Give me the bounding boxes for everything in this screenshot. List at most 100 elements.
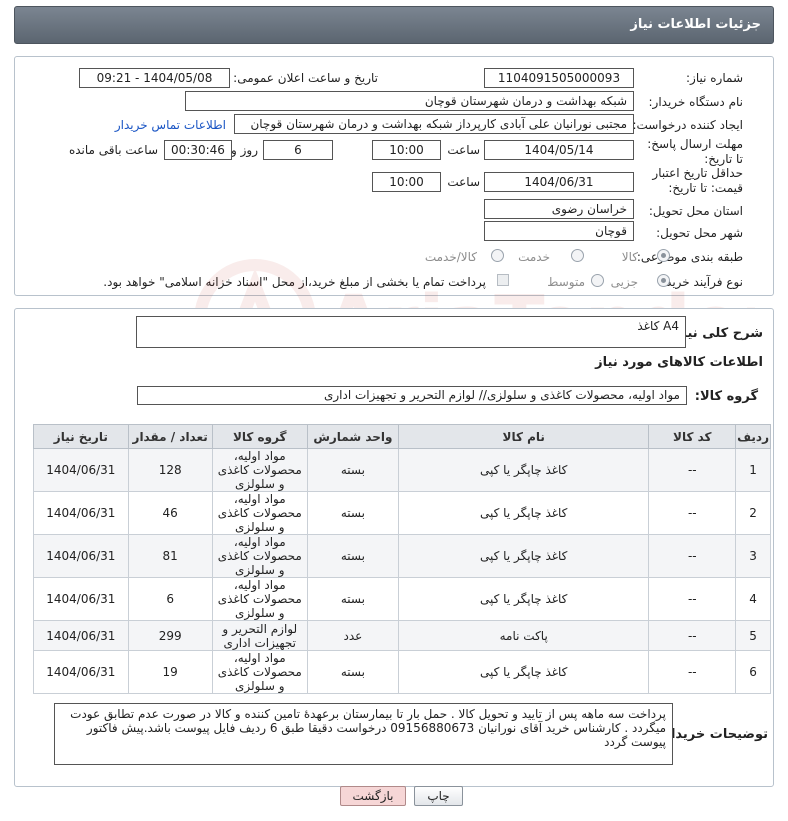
price-validity-label: حداقل تاریخ اعتبار قیمت: تا تاریخ: bbox=[652, 166, 743, 195]
goods-info-title: اطلاعات کالاهای مورد نیاز bbox=[595, 355, 763, 370]
cell-item-code: -- bbox=[648, 650, 737, 694]
cell-quantity: 19 bbox=[127, 650, 213, 694]
goods-group-field: مواد اولیه، محصولات کاغذی و سلولزی// لوا… bbox=[137, 386, 687, 405]
need-number-field: 1104091505000093 bbox=[484, 68, 634, 88]
cell-quantity: 6 bbox=[127, 577, 213, 621]
treasury-payment-checkbox[interactable] bbox=[497, 274, 509, 286]
category-option-service: خدمت bbox=[518, 250, 550, 264]
remaining-time-field: 00:30:46 bbox=[164, 140, 232, 160]
cell-item-name: پاکت نامه bbox=[397, 620, 650, 651]
cell-item-code: -- bbox=[648, 534, 737, 578]
creator-field: مجتبی نورانیان علی آبادی کارپرداز شبکه ب… bbox=[234, 114, 634, 134]
cell-quantity: 81 bbox=[127, 534, 213, 578]
buyer-notes-field: پرداخت سه ماهه پس از تایید و تحویل کالا … bbox=[54, 703, 673, 765]
col-need-date: تاریخ نیاز bbox=[33, 424, 129, 449]
category-option-goods: کالا bbox=[621, 250, 638, 264]
process-label: نوع فرآیند خرید : bbox=[658, 275, 743, 289]
category-label: طبقه بندی موضوعی: bbox=[636, 250, 743, 264]
table-row: 5 -- پاکت نامه عدد لوازم التحریر و تجهیز… bbox=[33, 620, 771, 651]
deadline-label: مهلت ارسال پاسخ: تا تاریخ: bbox=[647, 137, 743, 166]
cell-row-number: 5 bbox=[735, 620, 771, 651]
treasury-payment-note: پرداخت تمام یا بخشی از مبلغ خرید،از محل … bbox=[103, 275, 486, 289]
cell-item-code: -- bbox=[648, 448, 737, 492]
col-unit: واحد شمارش bbox=[306, 424, 399, 449]
cell-quantity: 299 bbox=[127, 620, 213, 651]
category-radio-goods-service[interactable] bbox=[491, 249, 504, 262]
goods-group-label: گروه کالا: bbox=[694, 389, 758, 404]
col-item-code: کد کالا bbox=[648, 424, 737, 449]
cell-need-date: 1404/06/31 bbox=[33, 491, 129, 535]
deadline-time-field: 10:00 bbox=[372, 140, 441, 160]
cell-unit: بسته bbox=[306, 491, 399, 535]
cell-item-code: -- bbox=[648, 620, 737, 651]
table-row: 6 -- کاغذ چاپگر یا کپی بسته مواد اولیه، … bbox=[33, 650, 771, 694]
cell-goods-group: مواد اولیه، محصولات کاغذی و سلولزی bbox=[211, 491, 308, 535]
cell-unit: بسته bbox=[306, 534, 399, 578]
cell-goods-group: مواد اولیه، محصولات کاغذی و سلولزی bbox=[211, 534, 308, 578]
cell-need-date: 1404/06/31 bbox=[33, 620, 129, 651]
need-summary-field: کاغذ A4 bbox=[136, 316, 686, 348]
col-quantity: تعداد / مقدار bbox=[127, 424, 213, 449]
buyer-notes-label: توضیحات خریدار: bbox=[658, 727, 768, 742]
cell-quantity: 128 bbox=[127, 448, 213, 492]
cell-item-name: کاغذ چاپگر یا کپی bbox=[397, 577, 650, 621]
table-row: 1 -- کاغذ چاپگر یا کپی بسته مواد اولیه، … bbox=[33, 448, 771, 492]
buyer-field: شبکه بهداشت و درمان شهرستان قوچان bbox=[185, 91, 634, 111]
cell-unit: بسته bbox=[306, 577, 399, 621]
cell-row-number: 2 bbox=[735, 491, 771, 535]
cell-goods-group: مواد اولیه، محصولات کاغذی و سلولزی bbox=[211, 577, 308, 621]
col-item-name: نام کالا bbox=[397, 424, 650, 449]
announce-date-field: 1404/05/08 - 09:21 bbox=[79, 68, 230, 88]
table-row: 4 -- کاغذ چاپگر یا کپی بسته مواد اولیه، … bbox=[33, 577, 771, 621]
category-radio-service[interactable] bbox=[571, 249, 584, 262]
col-row-number: ردیف bbox=[735, 424, 771, 449]
category-radio-goods[interactable] bbox=[657, 249, 670, 262]
table-row: 2 -- کاغذ چاپگر یا کپی بسته مواد اولیه، … bbox=[33, 491, 771, 535]
days-field: 6 bbox=[263, 140, 333, 160]
cell-unit: عدد bbox=[306, 620, 399, 651]
process-radio-medium[interactable] bbox=[591, 274, 604, 287]
buyer-label: نام دستگاه خریدار: bbox=[648, 95, 744, 109]
cell-goods-group: مواد اولیه، محصولات کاغذی و سلولزی bbox=[211, 448, 308, 492]
cell-item-name: کاغذ چاپگر یا کپی bbox=[397, 448, 650, 492]
announce-date-label: تاریخ و ساعت اعلان عمومی: bbox=[233, 71, 378, 85]
print-button[interactable]: چاپ bbox=[414, 786, 463, 806]
process-option-minor: جزیی bbox=[610, 275, 638, 289]
price-validity-time-label: ساعت bbox=[447, 175, 480, 189]
goods-table-header: ردیف کد کالا نام کالا واحد شمارش گروه کا… bbox=[33, 424, 771, 449]
cell-need-date: 1404/06/31 bbox=[33, 534, 129, 578]
need-number-label: شماره نیاز: bbox=[686, 71, 743, 85]
days-label: روز و bbox=[231, 143, 258, 157]
city-label: شهر محل تحویل: bbox=[656, 226, 743, 240]
back-button[interactable]: بازگشت bbox=[340, 786, 406, 806]
cell-quantity: 46 bbox=[127, 491, 213, 535]
cell-row-number: 1 bbox=[735, 448, 771, 492]
city-field: قوچان bbox=[484, 221, 634, 241]
cell-item-code: -- bbox=[648, 577, 737, 621]
deadline-time-label: ساعت bbox=[447, 143, 480, 157]
cell-item-name: کاغذ چاپگر یا کپی bbox=[397, 650, 650, 694]
cell-row-number: 4 bbox=[735, 577, 771, 621]
price-validity-date-field: 1404/06/31 bbox=[484, 172, 634, 192]
cell-goods-group: مواد اولیه، محصولات کاغذی و سلولزی bbox=[211, 650, 308, 694]
process-radio-minor[interactable] bbox=[657, 274, 670, 287]
province-field: خراسان رضوی bbox=[484, 199, 634, 219]
goods-table: ردیف کد کالا نام کالا واحد شمارش گروه کا… bbox=[33, 424, 771, 694]
cell-item-code: -- bbox=[648, 491, 737, 535]
deadline-date-field: 1404/05/14 bbox=[484, 140, 634, 160]
category-option-goods-service: کالا/خدمت bbox=[424, 250, 477, 264]
cell-need-date: 1404/06/31 bbox=[33, 448, 129, 492]
cell-goods-group: لوازم التحریر و تجهیزات اداری bbox=[211, 620, 308, 651]
creator-label: ایجاد کننده درخواست: bbox=[632, 118, 743, 132]
table-row: 3 -- کاغذ چاپگر یا کپی بسته مواد اولیه، … bbox=[33, 534, 771, 578]
cell-need-date: 1404/06/31 bbox=[33, 577, 129, 621]
page-title: جزئیات اطلاعات نیاز bbox=[630, 17, 761, 32]
page-header: جزئیات اطلاعات نیاز bbox=[14, 6, 774, 44]
price-validity-time-field: 10:00 bbox=[372, 172, 441, 192]
process-option-medium: متوسط bbox=[547, 275, 585, 289]
col-goods-group: گروه کالا bbox=[211, 424, 308, 449]
remaining-time-label: ساعت باقی مانده bbox=[68, 143, 158, 157]
cell-row-number: 6 bbox=[735, 650, 771, 694]
cell-unit: بسته bbox=[306, 650, 399, 694]
contact-info-link[interactable]: اطلاعات تماس خریدار bbox=[115, 118, 226, 132]
